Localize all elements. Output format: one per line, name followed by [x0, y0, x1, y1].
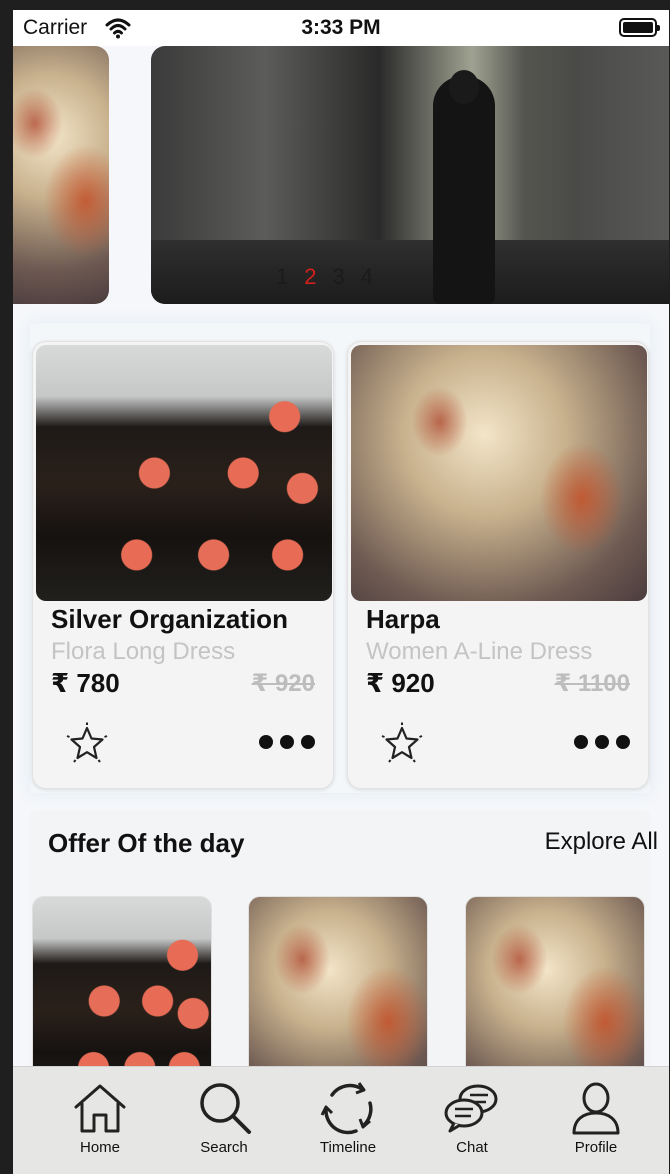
- star-icon[interactable]: [380, 722, 424, 764]
- banner-pagination: 1 2 3 4: [276, 264, 373, 290]
- tab-chat[interactable]: Chat: [417, 1081, 527, 1171]
- banner-image-figure: [433, 76, 495, 304]
- product-price: ₹ 780: [51, 668, 120, 698]
- refresh-icon: [320, 1082, 373, 1135]
- profile-icon: [572, 1082, 620, 1135]
- product-original-price: ₹ 1100: [554, 670, 630, 697]
- product-card[interactable]: Harpa Women A-Line Dress ₹ 920 ₹ 1100: [347, 341, 649, 789]
- pagination-dot-3[interactable]: 3: [333, 264, 345, 290]
- product-section: Silver Organization Flora Long Dress ₹ 7…: [30, 323, 650, 793]
- search-icon: [200, 1083, 251, 1134]
- product-original-price: ₹ 920: [251, 670, 315, 697]
- tab-profile[interactable]: Profile: [541, 1081, 651, 1171]
- tab-label: Chat: [456, 1139, 488, 1156]
- status-bar: Carrier 3:33 PM: [13, 10, 669, 46]
- banner-image-floor: [151, 240, 669, 304]
- product-title: Harpa: [366, 604, 440, 634]
- product-title: Silver Organization: [51, 604, 288, 634]
- product-subtitle: Women A-Line Dress: [366, 638, 593, 665]
- home-icon: [74, 1084, 126, 1133]
- banner-slide-current[interactable]: 1 2 3 4: [151, 46, 669, 304]
- app-screen: Carrier 3:33 PM 1 2 3 4 Silver Organizat…: [13, 10, 669, 1174]
- product-price: ₹ 920: [366, 668, 435, 698]
- tab-label: Profile: [574, 1139, 618, 1156]
- tab-label: Timeline: [319, 1139, 377, 1156]
- pagination-dot-1[interactable]: 1: [276, 264, 288, 290]
- more-icon[interactable]: [574, 735, 630, 749]
- product-subtitle: Flora Long Dress: [51, 638, 236, 665]
- chat-icon: [444, 1084, 498, 1133]
- bottom-tab-bar: Home Search Timeline Chat Profile: [13, 1066, 669, 1174]
- pagination-dot-4[interactable]: 4: [361, 264, 373, 290]
- pagination-dot-2[interactable]: 2: [304, 264, 316, 290]
- tab-search[interactable]: Search: [169, 1081, 279, 1171]
- more-icon[interactable]: [259, 735, 315, 749]
- status-time: 3:33 PM: [301, 16, 381, 39]
- explore-all-link[interactable]: Explore All: [545, 828, 658, 856]
- offer-section: Offer Of the day Explore All: [30, 810, 658, 1110]
- offer-heading: Offer Of the day: [48, 828, 245, 858]
- tab-label: Search: [200, 1139, 248, 1156]
- battery-icon: [619, 18, 660, 37]
- product-card[interactable]: Silver Organization Flora Long Dress ₹ 7…: [32, 341, 334, 789]
- star-icon[interactable]: [65, 722, 109, 764]
- tab-timeline[interactable]: Timeline: [293, 1081, 403, 1171]
- banner-image-figure-head: [449, 70, 479, 104]
- tab-home[interactable]: Home: [45, 1081, 155, 1171]
- product-image[interactable]: [351, 345, 647, 601]
- tab-label: Home: [79, 1139, 120, 1156]
- banner-slide-previous[interactable]: [13, 46, 109, 304]
- product-image[interactable]: [36, 345, 332, 601]
